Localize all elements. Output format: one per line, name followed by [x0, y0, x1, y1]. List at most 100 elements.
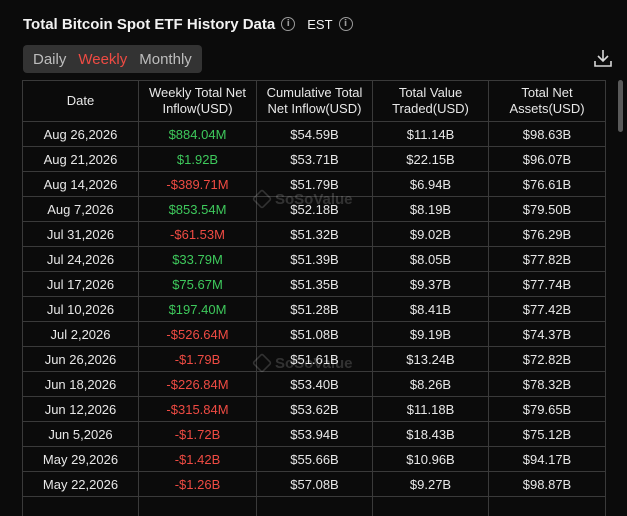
cell-weekly-net-inflow: $33.79M: [138, 246, 257, 272]
cell-date: Jun 12,2026: [22, 396, 139, 422]
cell-total-value-traded: [372, 496, 489, 516]
cell-total-value-traded: $11.18B: [372, 396, 489, 422]
timezone-info-icon[interactable]: i: [338, 17, 353, 31]
panel-title: Total Bitcoin Spot ETF History Data: [23, 15, 276, 33]
cell-cumulative-net-inflow: $53.40B: [256, 371, 373, 397]
cell-weekly-net-inflow: -$1.42B: [138, 446, 257, 472]
cell-weekly-net-inflow: $853.54M: [138, 196, 257, 222]
etf-history-table: Date Weekly Total Net Inflow(USD) Cumula…: [22, 80, 606, 516]
cell-total-net-assets: $79.65B: [488, 396, 606, 422]
cell-total-value-traded: $9.02B: [372, 221, 489, 247]
cell-total-net-assets: $77.82B: [488, 246, 606, 272]
tab-daily[interactable]: Daily: [27, 51, 72, 68]
cell-date: Jul 24,2026: [22, 246, 139, 272]
table-row: Aug 14,2026 -$389.71M $51.79B $6.94B $76.61B: [22, 171, 606, 197]
cell-weekly-net-inflow: $75.67M: [138, 271, 257, 297]
table-row: Jun 12,2026 -$315.84M $53.62B $11.18B $79.65…: [22, 396, 606, 422]
table-row: [22, 496, 606, 516]
column-header-date[interactable]: Date: [22, 80, 139, 122]
cell-total-net-assets: $78.32B: [488, 371, 606, 397]
cell-total-net-assets: $76.61B: [488, 171, 606, 197]
table-row: Jun 18,2026 -$226.84M $53.40B $8.26B $78.32B: [22, 371, 606, 397]
table-body: Aug 26,2026 $884.04M $54.59B $11.14B $98.63B…: [22, 121, 606, 516]
cell-weekly-net-inflow: $1.92B: [138, 146, 257, 172]
cell-total-net-assets: $96.07B: [488, 146, 606, 172]
cell-date: Aug 21,2026: [22, 146, 139, 172]
table-row: Aug 26,2026 $884.04M $54.59B $11.14B $98.63B: [22, 121, 606, 147]
table-row: Aug 21,2026 $1.92B $53.71B $22.15B $96.07B: [22, 146, 606, 172]
cell-cumulative-net-inflow: $53.62B: [256, 396, 373, 422]
cell-date: Jul 10,2026: [22, 296, 139, 322]
cell-date: May 29,2026: [22, 446, 139, 472]
column-header-total-net-assets[interactable]: Total Net Assets(USD): [488, 80, 606, 122]
cell-date: [22, 496, 139, 516]
cell-date: Jun 5,2026: [22, 421, 139, 447]
cell-date: Jun 18,2026: [22, 371, 139, 397]
etf-history-panel: Total Bitcoin Spot ETF History Data i ES…: [10, 0, 623, 516]
table-row: Jul 10,2026 $197.40M $51.28B $8.41B $77.42B: [22, 296, 606, 322]
cell-cumulative-net-inflow: $51.35B: [256, 271, 373, 297]
cell-cumulative-net-inflow: $55.66B: [256, 446, 373, 472]
info-icon[interactable]: i: [281, 17, 296, 31]
cell-date: Jul 31,2026: [22, 221, 139, 247]
cell-total-net-assets: $72.82B: [488, 346, 606, 372]
cell-cumulative-net-inflow: $52.18B: [256, 196, 373, 222]
cell-total-net-assets: $76.29B: [488, 221, 606, 247]
cell-cumulative-net-inflow: $51.39B: [256, 246, 373, 272]
table-scroll-area[interactable]: Date Weekly Total Net Inflow(USD) Cumula…: [22, 80, 609, 516]
column-header-total-value-traded[interactable]: Total Value Traded(USD): [372, 80, 489, 122]
cell-date: Aug 7,2026: [22, 196, 139, 222]
cell-total-net-assets: [488, 496, 606, 516]
cell-total-value-traded: $22.15B: [372, 146, 489, 172]
cell-weekly-net-inflow: -$1.79B: [138, 346, 257, 372]
panel-header: Total Bitcoin Spot ETF History Data i ES…: [23, 14, 353, 34]
cell-weekly-net-inflow: [138, 496, 257, 516]
table-scrollbar[interactable]: [618, 80, 623, 132]
cell-date: Jul 17,2026: [22, 271, 139, 297]
cell-total-value-traded: $13.24B: [372, 346, 489, 372]
tab-monthly[interactable]: Monthly: [133, 51, 198, 68]
table-row: Jul 2,2026 -$526.64M $51.08B $9.19B $74.37B: [22, 321, 606, 347]
cell-total-value-traded: $9.37B: [372, 271, 489, 297]
tab-weekly[interactable]: Weekly: [72, 51, 133, 68]
cell-total-value-traded: $8.41B: [372, 296, 489, 322]
cell-total-net-assets: $75.12B: [488, 421, 606, 447]
table-row: Jul 31,2026 -$61.53M $51.32B $9.02B $76.29B: [22, 221, 606, 247]
cell-total-net-assets: $79.50B: [488, 196, 606, 222]
cell-date: May 22,2026: [22, 471, 139, 497]
cell-weekly-net-inflow: $884.04M: [138, 121, 257, 147]
cell-date: Aug 26,2026: [22, 121, 139, 147]
cell-date: Aug 14,2026: [22, 171, 139, 197]
cell-weekly-net-inflow: -$1.26B: [138, 471, 257, 497]
cell-cumulative-net-inflow: $51.32B: [256, 221, 373, 247]
period-tabs: Daily Weekly Monthly: [23, 45, 202, 73]
column-header-weekly-net-inflow[interactable]: Weekly Total Net Inflow(USD): [138, 80, 257, 122]
cell-cumulative-net-inflow: $54.59B: [256, 121, 373, 147]
cell-total-net-assets: $98.87B: [488, 471, 606, 497]
cell-weekly-net-inflow: -$61.53M: [138, 221, 257, 247]
cell-total-net-assets: $94.17B: [488, 446, 606, 472]
column-header-cumulative-net-inflow[interactable]: Cumulative Total Net Inflow(USD): [256, 80, 373, 122]
cell-total-value-traded: $8.26B: [372, 371, 489, 397]
table-row: May 29,2026 -$1.42B $55.66B $10.96B $94.17B: [22, 446, 606, 472]
cell-total-net-assets: $98.63B: [488, 121, 606, 147]
cell-weekly-net-inflow: -$389.71M: [138, 171, 257, 197]
cell-total-value-traded: $8.19B: [372, 196, 489, 222]
cell-weekly-net-inflow: -$226.84M: [138, 371, 257, 397]
cell-total-net-assets: $77.74B: [488, 271, 606, 297]
cell-cumulative-net-inflow: $57.08B: [256, 471, 373, 497]
cell-total-value-traded: $9.19B: [372, 321, 489, 347]
cell-weekly-net-inflow: -$1.72B: [138, 421, 257, 447]
cell-cumulative-net-inflow: $53.94B: [256, 421, 373, 447]
cell-date: Jul 2,2026: [22, 321, 139, 347]
table-row: Aug 7,2026 $853.54M $52.18B $8.19B $79.50B: [22, 196, 606, 222]
table-header-row: Date Weekly Total Net Inflow(USD) Cumula…: [22, 80, 606, 122]
cell-weekly-net-inflow: -$526.64M: [138, 321, 257, 347]
cell-cumulative-net-inflow: $51.79B: [256, 171, 373, 197]
table-row: Jun 5,2026 -$1.72B $53.94B $18.43B $75.12B: [22, 421, 606, 447]
cell-cumulative-net-inflow: $51.61B: [256, 346, 373, 372]
cell-total-value-traded: $9.27B: [372, 471, 489, 497]
cell-cumulative-net-inflow: [256, 496, 373, 516]
cell-total-value-traded: $10.96B: [372, 446, 489, 472]
download-icon[interactable]: [593, 48, 613, 68]
